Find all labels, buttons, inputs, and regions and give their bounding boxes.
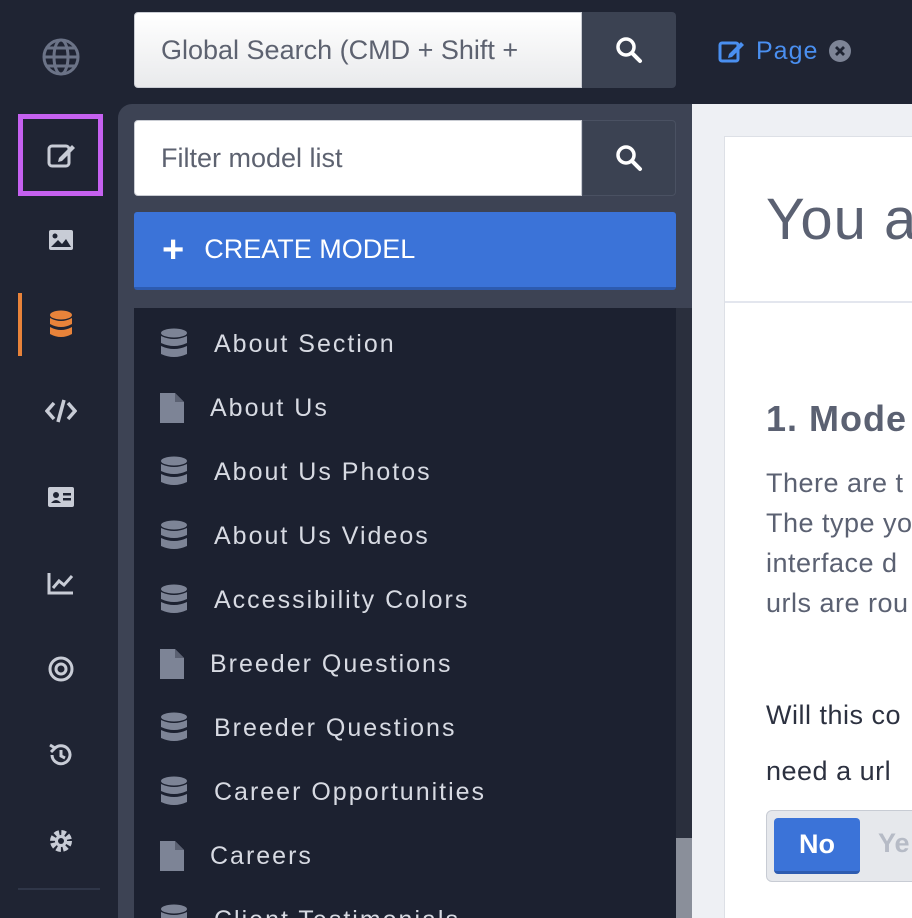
- page-title: You a: [766, 187, 912, 252]
- list-item[interactable]: Career Opportunities: [134, 760, 676, 824]
- list-item[interactable]: Careers: [134, 824, 676, 888]
- close-icon[interactable]: [828, 39, 852, 63]
- history-icon: [48, 743, 71, 766]
- database-icon: [134, 520, 214, 552]
- card-divider: [725, 301, 912, 303]
- description-line: There are t: [766, 468, 904, 498]
- edit-icon: [47, 144, 75, 168]
- question-line: Will this co: [766, 700, 902, 730]
- list-item[interactable]: Client Testimonials: [134, 888, 676, 918]
- list-item[interactable]: Breeder Questions: [134, 632, 676, 696]
- list-item-label: Client Testimonials: [214, 906, 460, 918]
- list-item-label: Breeder Questions: [214, 713, 457, 742]
- list-item[interactable]: About Us: [134, 376, 676, 440]
- list-item[interactable]: About Us Videos: [134, 504, 676, 568]
- list-item-label: About Section: [214, 329, 396, 358]
- list-item-label: Breeder Questions: [210, 649, 453, 678]
- search-icon: [616, 145, 642, 171]
- gear-icon: [49, 830, 72, 852]
- list-item[interactable]: Breeder Questions: [134, 696, 676, 760]
- search-icon: [616, 37, 642, 63]
- id-card-icon: [47, 487, 74, 507]
- tab-page[interactable]: Page: [718, 34, 852, 68]
- list-item-label: Accessibility Colors: [214, 585, 470, 614]
- rail-item-media[interactable]: [18, 199, 103, 281]
- database-icon: [134, 904, 214, 918]
- create-model-button[interactable]: + CREATE MODEL: [134, 212, 676, 290]
- step-title: 1. Mode: [766, 398, 908, 439]
- toggle-yes-button[interactable]: Ye: [878, 828, 910, 859]
- scroll-track[interactable]: [676, 308, 692, 918]
- question-line: need a url: [766, 756, 892, 786]
- rail-divider: [18, 888, 100, 890]
- target-icon: [48, 656, 73, 682]
- database-icon: [134, 584, 214, 616]
- plus-icon: +: [162, 228, 185, 271]
- database-icon: [49, 310, 72, 337]
- toggle-no-button[interactable]: No: [774, 818, 860, 874]
- rail-item-edit[interactable]: [18, 114, 103, 196]
- rail-item-code[interactable]: [18, 370, 103, 452]
- list-item-label: About Us Photos: [214, 457, 432, 486]
- database-icon: [134, 328, 214, 360]
- rail-item-seo[interactable]: [18, 628, 103, 710]
- sidebar-rail: [0, 0, 118, 918]
- edit-icon: [718, 41, 744, 63]
- code-icon: [44, 399, 77, 423]
- file-icon: [134, 840, 210, 872]
- database-icon: [134, 776, 214, 808]
- database-icon: [134, 712, 214, 744]
- description-line: interface d: [766, 548, 898, 578]
- image-icon: [48, 230, 73, 250]
- tab-page-label: Page: [756, 36, 819, 65]
- filter-model-placeholder: Filter model list: [161, 142, 343, 173]
- rail-item-reports[interactable]: [18, 542, 103, 624]
- rail-item-content-models[interactable]: [18, 284, 103, 366]
- rail-item-leads[interactable]: [18, 456, 103, 538]
- chart-line-icon: [47, 573, 73, 595]
- rail-item-audit[interactable]: [18, 714, 103, 796]
- rail-item-settings[interactable]: [18, 800, 103, 882]
- filter-search-button[interactable]: [582, 120, 676, 196]
- scrollbar-thumb[interactable]: [676, 838, 692, 918]
- list-item-label: About Us Videos: [214, 521, 430, 550]
- global-search-placeholder: Global Search (CMD + Shift +: [161, 34, 519, 65]
- global-search-input[interactable]: Global Search (CMD + Shift +: [134, 12, 582, 88]
- model-list: About Section About Us About Us Photos A…: [134, 308, 676, 918]
- description-line: The type yo: [766, 508, 912, 538]
- filter-model-input[interactable]: Filter model list: [134, 120, 582, 196]
- globe-icon: [42, 38, 79, 76]
- file-icon: [134, 648, 210, 680]
- list-item[interactable]: About Us Photos: [134, 440, 676, 504]
- database-icon: [134, 456, 214, 488]
- create-model-label: CREATE MODEL: [204, 234, 416, 264]
- file-icon: [134, 392, 210, 424]
- list-item[interactable]: Accessibility Colors: [134, 568, 676, 632]
- rail-item-globe[interactable]: [18, 16, 103, 98]
- app-root: Global Search (CMD + Shift + Page Filter…: [0, 0, 912, 918]
- description-line: urls are rou: [766, 588, 909, 618]
- model-list-panel: Filter model list + CREATE MODEL About S…: [118, 104, 692, 918]
- global-search-button[interactable]: [582, 12, 676, 88]
- list-item-label: About Us: [210, 393, 329, 422]
- list-item-label: Careers: [210, 841, 313, 870]
- list-item[interactable]: About Section: [134, 312, 676, 376]
- list-item-label: Career Opportunities: [214, 777, 487, 806]
